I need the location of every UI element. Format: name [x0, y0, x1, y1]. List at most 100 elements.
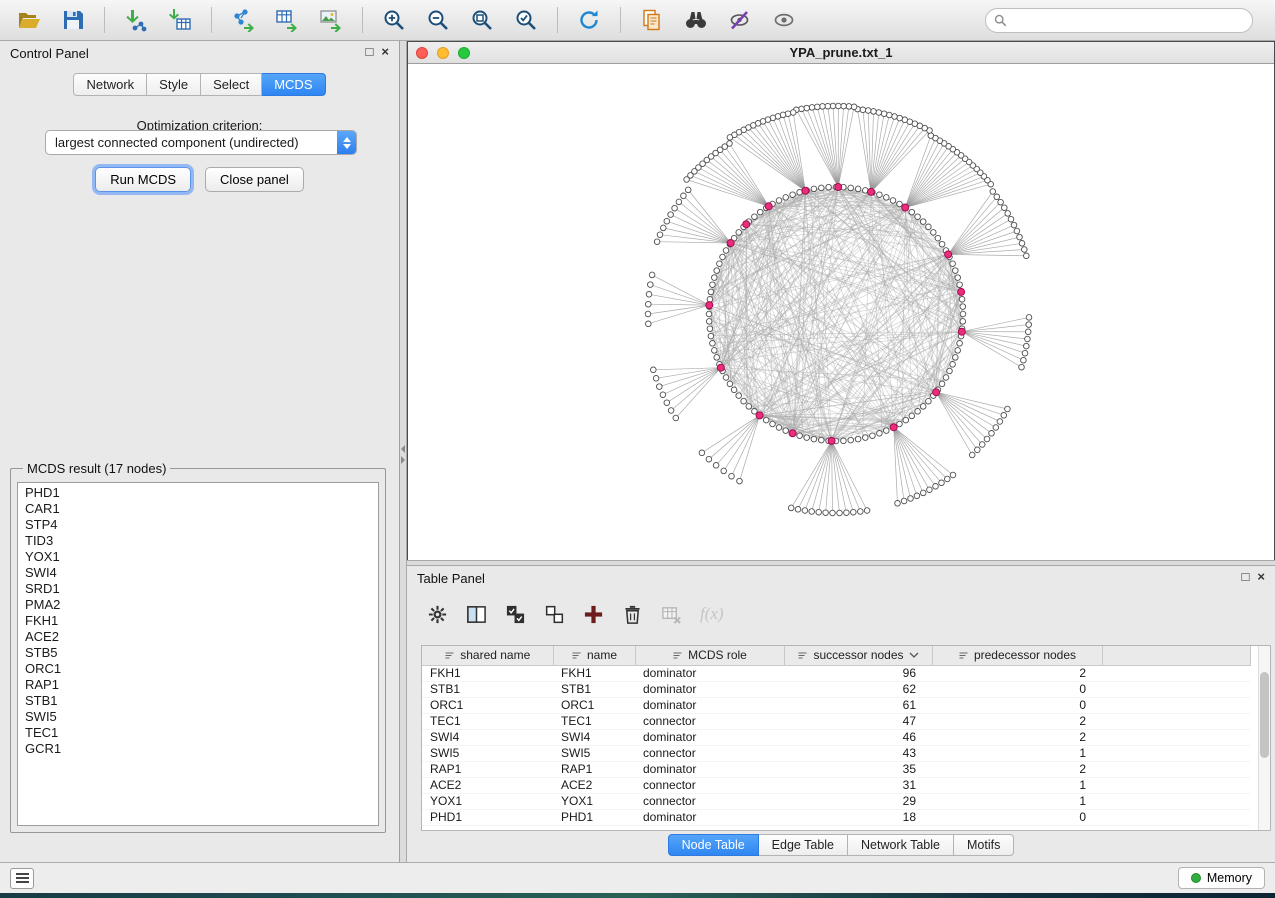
cell-mcds-role[interactable]: connector [635, 745, 784, 761]
leaf-node[interactable] [876, 110, 882, 116]
tab-mcds[interactable]: MCDS [262, 73, 325, 96]
network-node[interactable] [712, 275, 718, 281]
run-mcds-button[interactable]: Run MCDS [95, 167, 191, 192]
network-node[interactable] [877, 192, 883, 198]
tab-edge-table[interactable]: Edge Table [759, 834, 848, 856]
leaf-node[interactable] [989, 431, 995, 437]
network-node[interactable] [708, 333, 714, 339]
cell-name[interactable]: SWI5 [553, 745, 635, 761]
network-node[interactable] [957, 282, 963, 288]
leaf-node[interactable] [660, 392, 666, 398]
leaf-node[interactable] [998, 199, 1004, 205]
leaf-node[interactable] [795, 507, 801, 513]
leaf-node[interactable] [865, 108, 871, 114]
network-node[interactable] [909, 413, 915, 419]
node-table-row[interactable]: SWI4SWI4dominator462 [422, 729, 1250, 745]
mcds-hub-node[interactable] [789, 430, 796, 437]
network-node[interactable] [714, 355, 720, 361]
mcds-result-item[interactable]: TID3 [18, 533, 378, 549]
leaf-node[interactable] [1005, 406, 1011, 412]
mcds-hub-node[interactable] [958, 288, 965, 295]
cell-predecessor-nodes[interactable]: 2 [932, 713, 1102, 729]
cell-shared-name[interactable]: SWI5 [422, 745, 553, 761]
network-node[interactable] [870, 433, 876, 439]
cell-successor-nodes[interactable]: 43 [784, 745, 932, 761]
network-canvas[interactable] [408, 64, 1274, 560]
network-node[interactable] [727, 381, 733, 387]
leaf-node[interactable] [668, 408, 674, 414]
leaf-node[interactable] [914, 493, 920, 499]
close-panel-button[interactable]: × [381, 44, 389, 60]
cell-successor-nodes[interactable]: 35 [784, 761, 932, 777]
leaf-node[interactable] [984, 436, 990, 442]
node-table-row[interactable]: ORC1ORC1dominator610 [422, 697, 1250, 713]
node-table-row[interactable]: FKH1FKH1dominator962 [422, 665, 1250, 681]
cell-shared-name[interactable]: SWI4 [422, 729, 553, 745]
cell-mcds-role[interactable]: dominator [635, 761, 784, 777]
cell-predecessor-nodes[interactable]: 0 [932, 809, 1102, 825]
network-node[interactable] [770, 421, 776, 427]
float-panel-button[interactable]: □ [366, 44, 374, 60]
add-column-button[interactable] [583, 604, 604, 625]
leaf-node[interactable] [804, 105, 810, 111]
function-builder-button[interactable]: f(x) [700, 604, 724, 624]
mcds-result-item[interactable]: RAP1 [18, 677, 378, 693]
network-node[interactable] [915, 214, 921, 220]
network-node[interactable] [926, 398, 932, 404]
network-node[interactable] [707, 326, 713, 332]
column-header-shared-name[interactable]: shared name [422, 646, 553, 665]
clear-selection-button[interactable] [544, 604, 565, 625]
column-header-MCDS-role[interactable]: MCDS role [635, 646, 784, 665]
leaf-node[interactable] [651, 367, 657, 373]
cell-mcds-role[interactable]: dominator [635, 729, 784, 745]
leaf-node[interactable] [685, 187, 691, 193]
network-node[interactable] [877, 431, 883, 437]
node-table-row[interactable]: YOX1YOX1connector291 [422, 793, 1250, 809]
leaf-node[interactable] [809, 105, 815, 111]
network-node[interactable] [915, 409, 921, 415]
network-node[interactable] [953, 268, 959, 274]
cell-predecessor-nodes[interactable]: 0 [932, 681, 1102, 697]
dropdown-stepper-icon[interactable] [337, 131, 356, 154]
cell-shared-name[interactable]: YOX1 [422, 793, 553, 809]
cell-predecessor-nodes[interactable]: 2 [932, 665, 1102, 681]
leaf-node[interactable] [908, 496, 914, 502]
show-panels-button[interactable] [10, 868, 34, 889]
network-node[interactable] [960, 319, 966, 325]
network-node[interactable] [710, 341, 716, 347]
mcds-hub-node[interactable] [835, 184, 842, 191]
float-table-panel-button[interactable]: □ [1242, 569, 1250, 585]
cell-name[interactable]: ACE2 [553, 777, 635, 793]
network-node[interactable] [920, 404, 926, 410]
network-node[interactable] [763, 417, 769, 423]
leaf-node[interactable] [684, 177, 690, 183]
leaf-node[interactable] [823, 510, 829, 516]
leaf-node[interactable] [645, 311, 651, 317]
cell-successor-nodes[interactable]: 96 [784, 665, 932, 681]
search-box[interactable] [985, 8, 1253, 33]
network-node[interactable] [757, 209, 763, 215]
network-node[interactable] [776, 425, 782, 431]
network-node[interactable] [708, 289, 714, 295]
network-node[interactable] [855, 186, 861, 192]
network-node[interactable] [955, 275, 961, 281]
network-node[interactable] [890, 198, 896, 204]
cell-mcds-role[interactable]: dominator [635, 681, 784, 697]
leaf-node[interactable] [816, 509, 822, 515]
mcds-result-item[interactable]: ACE2 [18, 629, 378, 645]
leaf-node[interactable] [844, 510, 850, 516]
cell-shared-name[interactable]: STB1 [422, 681, 553, 697]
leaf-node[interactable] [945, 476, 951, 482]
leaf-node[interactable] [657, 384, 663, 390]
leaf-node[interactable] [1014, 228, 1020, 234]
binoculars-button[interactable] [677, 4, 715, 36]
cell-mcds-role[interactable]: dominator [635, 809, 784, 825]
leaf-node[interactable] [939, 480, 945, 486]
table-scrollbar-thumb[interactable] [1260, 672, 1269, 758]
network-node[interactable] [819, 185, 825, 191]
mcds-result-item[interactable]: PHD1 [18, 485, 378, 501]
mcds-result-item[interactable]: FKH1 [18, 613, 378, 629]
cell-predecessor-nodes[interactable]: 1 [932, 777, 1102, 793]
leaf-node[interactable] [892, 114, 898, 120]
close-table-panel-button[interactable]: × [1257, 569, 1265, 585]
